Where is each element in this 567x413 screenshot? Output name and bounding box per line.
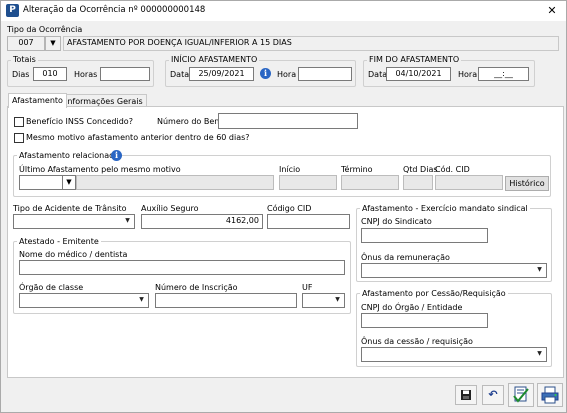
tipo-ocorrencia-description: AFASTAMENTO POR DOENÇA IGUAL/INFERIOR A … bbox=[63, 36, 559, 51]
chevron-down-icon: ▼ bbox=[50, 39, 56, 47]
cnpj-sindicato-label: CNPJ do Sindicato bbox=[361, 217, 432, 226]
chevron-down-icon: ▼ bbox=[125, 217, 130, 224]
undo-button[interactable]: ↶ bbox=[482, 385, 504, 405]
chevron-down-icon: ▼ bbox=[66, 178, 72, 186]
qtd-dias-label: Qtd Dias bbox=[403, 165, 438, 174]
app-icon: P bbox=[6, 4, 19, 17]
historico-button[interactable]: Histórico bbox=[505, 176, 549, 191]
fim-data-label: Data bbox=[368, 70, 388, 79]
close-button[interactable]: ✕ bbox=[538, 1, 566, 21]
inicio-relacionado-label: Início bbox=[279, 165, 301, 174]
print-button[interactable] bbox=[537, 383, 563, 407]
chevron-down-icon: ▼ bbox=[537, 350, 542, 357]
window: P Alteração da Ocorrência nº 00000000014… bbox=[0, 0, 567, 413]
document-check-icon bbox=[513, 386, 529, 403]
fim-hora-label: Hora bbox=[458, 70, 478, 79]
cod-cid-field bbox=[435, 175, 503, 190]
uf-select[interactable]: ▼ bbox=[302, 293, 345, 308]
chevron-down-icon: ▼ bbox=[335, 296, 340, 303]
atestado-title: Atestado - Emitente bbox=[17, 237, 101, 246]
ultimo-afastamento-dropdown[interactable]: ▼ bbox=[62, 175, 76, 190]
relacionado-title: Afastamento relacionado bbox=[17, 151, 122, 160]
fim-title: FIM DO AFASTAMENTO bbox=[367, 55, 462, 64]
window-title: Alteração da Ocorrência nº 000000000148 bbox=[23, 5, 206, 15]
onus-remuneracao-label: Ônus da remuneração bbox=[361, 253, 450, 262]
qtd-dias-field bbox=[403, 175, 433, 190]
inicio-title: INÍCIO AFASTAMENTO bbox=[169, 55, 260, 64]
mesmo-motivo-checkbox[interactable] bbox=[14, 133, 24, 143]
inicio-hora-field[interactable] bbox=[298, 67, 352, 81]
fim-data-field[interactable]: 04/10/2021 bbox=[386, 67, 451, 81]
dias-field[interactable]: 010 bbox=[33, 67, 67, 81]
nome-medico-label: Nome do médico / dentista bbox=[19, 250, 128, 259]
orgao-classe-select[interactable]: ▼ bbox=[19, 293, 149, 308]
cod-cid-label: Cód. CID bbox=[435, 165, 470, 174]
cessao-title: Afastamento por Cessão/Requisição bbox=[360, 289, 508, 298]
mesmo-motivo-label: Mesmo motivo afastamento anterior dentro… bbox=[26, 133, 250, 142]
totais-title: Totais bbox=[11, 55, 38, 64]
nome-medico-field[interactable] bbox=[19, 260, 345, 275]
auxilio-field[interactable]: 4162,00 bbox=[141, 214, 263, 229]
ultimo-afastamento-select[interactable] bbox=[19, 175, 63, 190]
onus-cessao-select[interactable]: ▼ bbox=[361, 347, 547, 362]
tab-afastamento[interactable]: Afastamento bbox=[8, 93, 67, 108]
print-icon bbox=[541, 386, 559, 404]
cnpj-sindicato-field[interactable] bbox=[361, 228, 488, 243]
undo-icon: ↶ bbox=[488, 388, 498, 401]
termino-field bbox=[341, 175, 399, 190]
save-button[interactable] bbox=[455, 385, 477, 405]
info-icon[interactable]: i bbox=[111, 150, 122, 161]
tipo-ocorrencia-code[interactable]: 007 bbox=[7, 36, 45, 51]
tipo-acidente-label: Tipo de Acidente de Trânsito bbox=[13, 204, 127, 213]
inicio-data-field[interactable]: 25/09/2021 bbox=[189, 67, 254, 81]
horas-label: Horas bbox=[74, 70, 98, 79]
auxilio-label: Auxílio Seguro bbox=[141, 204, 199, 213]
dias-label: Dias bbox=[12, 70, 30, 79]
inscricao-label: Número de Inscrição bbox=[155, 283, 238, 292]
inss-checkbox[interactable] bbox=[14, 117, 24, 127]
inscricao-field[interactable] bbox=[155, 293, 297, 308]
chevron-down-icon: ▼ bbox=[139, 296, 144, 303]
inicio-data-label: Data bbox=[170, 70, 190, 79]
inicio-relacionado-field bbox=[279, 175, 337, 190]
uf-label: UF bbox=[302, 283, 313, 292]
sindical-title: Afastamento - Exercício mandato sindical bbox=[360, 204, 530, 213]
inss-label: Benefício INSS Concedido? bbox=[26, 117, 133, 126]
info-icon[interactable]: i bbox=[260, 68, 271, 79]
codigo-cid-label: Código CID bbox=[267, 204, 312, 213]
document-check-button[interactable] bbox=[508, 383, 534, 407]
ultimo-afastamento-description bbox=[76, 175, 274, 190]
inicio-hora-label: Hora bbox=[277, 70, 297, 79]
tipo-acidente-select[interactable]: ▼ bbox=[13, 214, 135, 229]
num-beneficio-field[interactable] bbox=[218, 113, 358, 129]
termino-label: Término bbox=[341, 165, 373, 174]
tipo-ocorrencia-label: Tipo da Ocorrência bbox=[7, 25, 83, 34]
tipo-ocorrencia-dropdown[interactable]: ▼ bbox=[45, 36, 61, 51]
cnpj-orgao-label: CNPJ do Órgão / Entidade bbox=[361, 303, 463, 312]
fim-hora-field[interactable]: __:__ bbox=[478, 67, 529, 81]
ultimo-afastamento-label: Último Afastamento pelo mesmo motivo bbox=[19, 165, 181, 174]
title-bar: P Alteração da Ocorrência nº 00000000014… bbox=[1, 1, 566, 21]
cnpj-orgao-field[interactable] bbox=[361, 313, 488, 328]
save-icon bbox=[461, 390, 471, 400]
chevron-down-icon: ▼ bbox=[537, 266, 542, 273]
onus-remuneracao-select[interactable]: ▼ bbox=[361, 263, 547, 278]
orgao-classe-label: Órgão de classe bbox=[19, 283, 84, 292]
onus-cessao-label: Ônus da cessão / requisição bbox=[361, 337, 473, 346]
codigo-cid-field[interactable] bbox=[267, 214, 350, 229]
horas-field[interactable] bbox=[100, 67, 150, 81]
